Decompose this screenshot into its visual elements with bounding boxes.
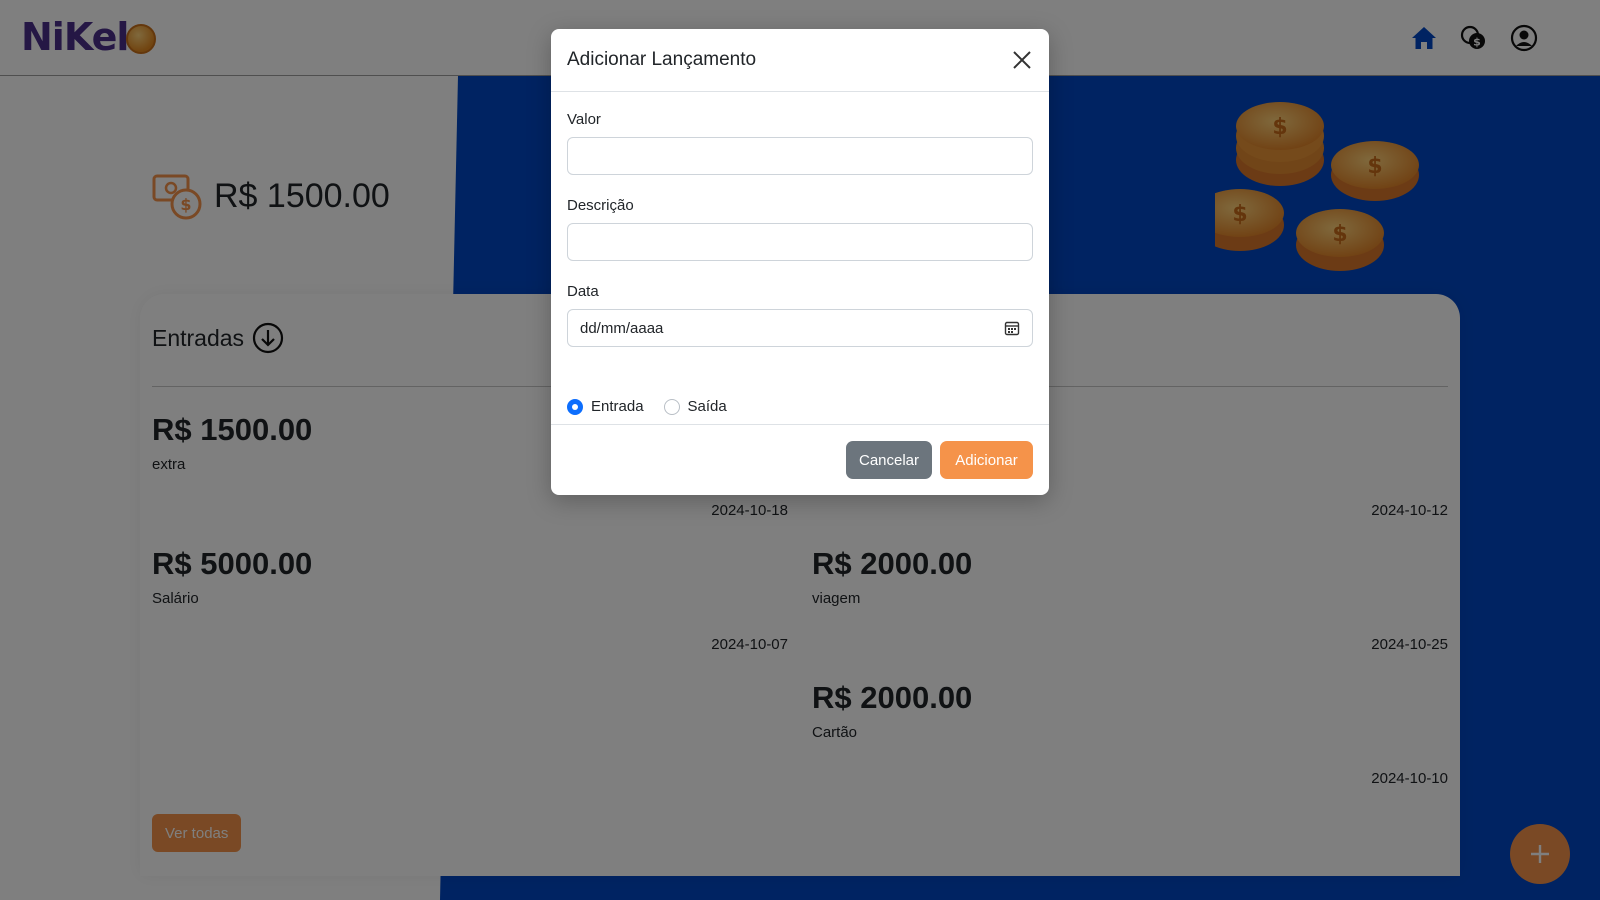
close-icon <box>1013 51 1031 69</box>
radio-entrada[interactable] <box>567 398 583 415</box>
date-placeholder: dd/mm/aaaa <box>580 319 664 337</box>
modal-footer: Cancelar Adicionar <box>551 424 1049 495</box>
date-label: Data <box>567 283 599 300</box>
entry-type-radios: Entrada Saída <box>567 398 747 415</box>
date-input[interactable]: dd/mm/aaaa <box>567 309 1033 347</box>
modal-header: Adicionar Lançamento <box>551 29 1049 92</box>
modal-body: Valor Descrição Data dd/mm/aaaa Entrada … <box>551 92 1049 424</box>
radio-saida-label[interactable]: Saída <box>688 398 727 415</box>
description-input[interactable] <box>567 223 1033 261</box>
add-entry-modal: Adicionar Lançamento Valor Descrição Dat… <box>551 29 1049 495</box>
calendar-icon[interactable] <box>1004 320 1020 336</box>
value-label: Valor <box>567 111 601 128</box>
add-button[interactable]: Adicionar <box>940 441 1033 479</box>
description-label: Descrição <box>567 197 634 214</box>
radio-entrada-label[interactable]: Entrada <box>591 398 644 415</box>
radio-saida[interactable] <box>663 398 680 415</box>
cancel-button[interactable]: Cancelar <box>846 441 932 479</box>
value-input[interactable] <box>567 137 1033 175</box>
modal-title: Adicionar Lançamento <box>567 49 757 70</box>
close-button[interactable] <box>1009 47 1035 73</box>
